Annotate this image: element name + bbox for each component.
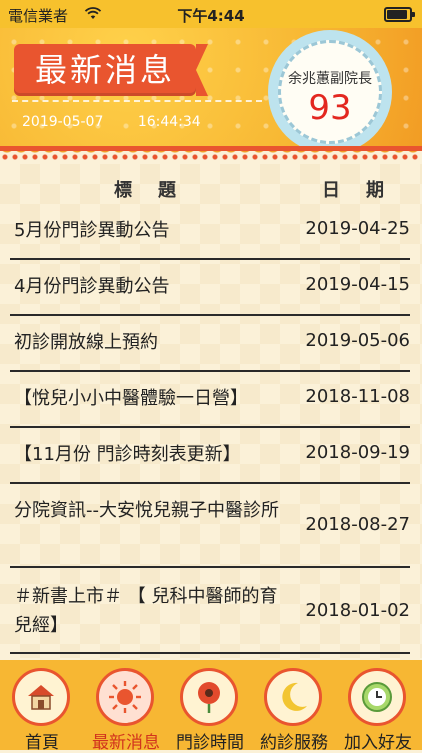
tab-home[interactable]: 首頁 xyxy=(0,666,84,753)
divider xyxy=(12,100,262,102)
news-title: 【悅兒小小中醫體驗一日營】 xyxy=(14,388,248,409)
news-list: 標題 日期 5月份門診異動公告 2019-04-25 4月份門診異動公告 201… xyxy=(0,164,422,658)
news-date: 2018-01-02 xyxy=(305,600,410,621)
tab-label: 最新消息 xyxy=(92,733,160,753)
column-header-date: 日期 xyxy=(322,180,410,201)
house-icon xyxy=(12,668,70,726)
news-date: 2018-09-19 xyxy=(305,442,410,463)
news-date: 2018-08-27 xyxy=(305,514,410,535)
header-time: 16:44:34 xyxy=(137,114,201,130)
news-date: 2019-05-06 xyxy=(305,330,410,351)
news-title: ＃新書上市＃ 【 兒科中醫師的育兒經】 xyxy=(14,586,278,636)
column-header-title: 標題 xyxy=(114,180,202,201)
tab-label: 門診時間 xyxy=(176,733,244,753)
news-title: 分院資訊--大安悅兒親子中醫診所 xyxy=(14,500,279,521)
doctor-count: 93 xyxy=(308,88,352,128)
tab-label: 首頁 xyxy=(25,733,59,753)
page-title: 最新消息 xyxy=(14,44,208,96)
tab-label: 加入好友 xyxy=(344,733,412,753)
news-row[interactable]: ＃新書上市＃ 【 兒科中醫師的育兒經】 2018-01-02 xyxy=(10,568,410,654)
news-date: 2019-04-15 xyxy=(305,274,410,295)
news-date: 2018-11-08 xyxy=(305,386,410,407)
tab-add-friend[interactable]: 加入好友 xyxy=(336,666,420,753)
news-row[interactable]: 分院資訊--大安悅兒親子中醫診所 2018-08-27 xyxy=(10,484,410,568)
clock-icon xyxy=(348,668,406,726)
news-title: 5月份門診異動公告 xyxy=(14,220,170,241)
doctor-badge[interactable]: 余兆蕙副院長 93 xyxy=(268,30,392,154)
news-row[interactable]: 【11月份 門診時刻表更新】 2018-09-19 xyxy=(10,428,410,484)
scallop-divider xyxy=(0,146,422,164)
flower-icon xyxy=(180,668,238,726)
news-title: 4月份門診異動公告 xyxy=(14,276,170,297)
tab-appointment[interactable]: 約診服務 xyxy=(252,666,336,753)
header-date: 2019-05-07 xyxy=(22,114,104,130)
news-row[interactable]: 4月份門診異動公告 2019-04-15 xyxy=(10,260,410,316)
tab-clinic-hours[interactable]: 門診時間 xyxy=(168,666,252,753)
moon-icon xyxy=(264,668,322,726)
header-datetime: 2019-05-07 16:44:34 xyxy=(22,114,231,130)
news-row[interactable]: 【悅兒小小中醫體驗一日營】 2018-11-08 xyxy=(10,372,410,428)
sun-icon xyxy=(96,668,154,726)
status-bar: 電信業者 下午4:44 xyxy=(0,0,422,28)
news-title: 初診開放線上預約 xyxy=(14,332,158,353)
news-row[interactable]: 初診開放線上預約 2019-05-06 xyxy=(10,316,410,372)
tab-news[interactable]: 最新消息 xyxy=(84,666,168,753)
battery-icon xyxy=(384,7,415,22)
news-title: 【11月份 門診時刻表更新】 xyxy=(14,444,241,465)
doctor-name: 余兆蕙副院長 xyxy=(288,71,372,87)
status-time: 下午4:44 xyxy=(177,7,245,25)
news-date: 2019-04-25 xyxy=(305,218,410,239)
news-row[interactable]: 5月份門診異動公告 2019-04-25 xyxy=(10,204,410,260)
tab-label: 約診服務 xyxy=(260,733,328,753)
tab-bar: 首頁 最新消息 門診時間 約診服務 加入好友 xyxy=(0,660,422,753)
